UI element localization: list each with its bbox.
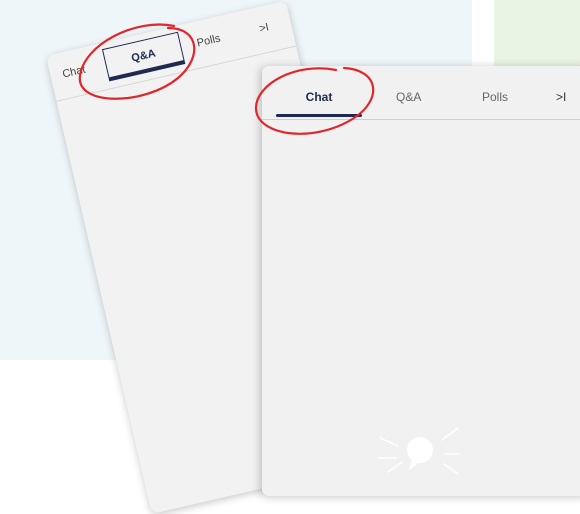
front-tab-polls[interactable]: Polls: [482, 90, 508, 104]
back-tab-polls[interactable]: Polls: [196, 32, 222, 49]
back-tab-qa[interactable]: Q&A: [101, 31, 186, 82]
front-tab-chat[interactable]: Chat: [276, 90, 362, 104]
front-chat-panel: Chat Q&A Polls >I: [262, 66, 580, 496]
back-tab-chat[interactable]: Chat: [61, 64, 86, 81]
front-collapse-icon[interactable]: >I: [556, 90, 566, 104]
front-tab-qa[interactable]: Q&A: [396, 90, 421, 104]
back-collapse-icon[interactable]: >I: [258, 21, 270, 35]
chat-bubble-icon: [377, 427, 461, 474]
active-tab-underline: [276, 114, 362, 117]
front-tab-bar: Chat Q&A Polls >I: [262, 66, 580, 120]
